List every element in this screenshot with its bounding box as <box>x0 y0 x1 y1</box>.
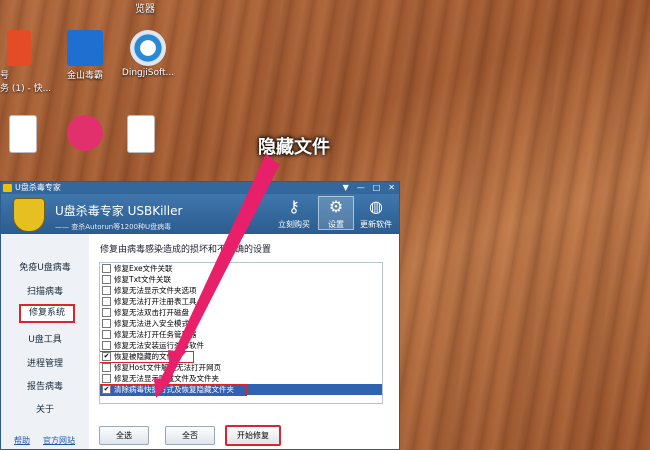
minimize-button[interactable]: — <box>357 182 365 194</box>
section-title: 修复由病毒感染造成的损坏和不正确的设置 <box>100 245 272 255</box>
sidebar-item-repair[interactable]: 修复系统 <box>19 304 75 323</box>
website-link[interactable]: 官方网站 <box>43 435 75 446</box>
sidebar-item-about[interactable]: 关于 <box>1 402 89 415</box>
dingjisoft-icon <box>130 30 166 66</box>
option-row[interactable]: 修复无法双击打开磁盘 <box>100 307 382 318</box>
checkbox[interactable] <box>102 319 111 328</box>
update-button[interactable]: ◍ 更新软件 <box>359 197 393 230</box>
start-repair-button[interactable]: 开始修复 <box>225 425 281 446</box>
repair-panel: 修复由病毒感染造成的损坏和不正确的设置 修复Exe文件关联 修复Txt文件关联 … <box>89 234 399 449</box>
settings-button[interactable]: ⚙ 设置 <box>318 196 354 230</box>
option-row[interactable]: 修复无法打开任务管理器 <box>100 329 382 340</box>
option-row[interactable]: 修复无法安装运行杀毒软件 <box>100 340 382 351</box>
checkbox[interactable] <box>102 330 111 339</box>
sidebar-item-usb-tools[interactable]: U盘工具 <box>1 332 89 345</box>
desktop-icon-office[interactable]: 号 务 (1) - 快... <box>0 30 52 94</box>
desktop-icon-doc-1[interactable] <box>0 115 56 155</box>
sidebar-item-immunize[interactable]: 免疫U盘病毒 <box>1 260 89 273</box>
app-header: U盘杀毒专家 USBKiller —— 查杀Autorun等1200种U盘病毒 … <box>1 194 399 234</box>
desktop-icon-doc-3[interactable] <box>108 115 174 155</box>
select-none-button[interactable]: 全否 <box>165 426 215 445</box>
word-doc-icon <box>127 115 155 153</box>
sidebar-item-process[interactable]: 进程管理 <box>1 356 89 369</box>
app-icon <box>67 115 103 151</box>
repair-options-list: 修复Exe文件关联 修复Txt文件关联 修复无法显示文件夹选项 修复无法打开注册… <box>99 262 383 404</box>
close-button[interactable]: ✕ <box>388 182 395 194</box>
gear-icon: ⚙ <box>328 197 344 216</box>
tagline: —— 查杀Autorun等1200种U盘病毒 <box>55 223 172 231</box>
titlebar: U盘杀毒专家 ▼ — □ ✕ <box>1 182 399 194</box>
window-title: U盘杀毒专家 <box>15 183 61 192</box>
checkbox[interactable] <box>102 264 111 273</box>
option-row[interactable]: 修复Exe文件关联 <box>100 263 382 274</box>
help-link[interactable]: 帮助 <box>14 435 30 446</box>
option-row[interactable]: 修复无法显示文件夹选项 <box>100 285 382 296</box>
select-all-button[interactable]: 全选 <box>99 426 149 445</box>
desktop-icon-dingjisoft[interactable]: DingjiSoft... <box>115 30 181 78</box>
key-icon: ⚷ <box>288 197 300 216</box>
checkbox[interactable] <box>102 374 111 383</box>
checkbox[interactable] <box>102 286 111 295</box>
sidebar: 免疫U盘病毒 扫描病毒 修复系统 U盘工具 进程管理 报告病毒 关于 帮助 官方… <box>1 234 90 449</box>
checkbox[interactable] <box>102 308 111 317</box>
shield-logo-icon <box>13 198 45 232</box>
option-row[interactable]: 修复无法打开注册表工具 <box>100 296 382 307</box>
option-row[interactable]: 修复Txt文件关联 <box>100 274 382 285</box>
word-doc-icon <box>9 115 37 153</box>
brand-title: U盘杀毒专家 USBKiller <box>55 204 183 218</box>
option-row[interactable]: 修复无法进入安全模式 <box>100 318 382 329</box>
sidebar-item-report[interactable]: 报告病毒 <box>1 379 89 392</box>
desktop-icon-duba[interactable]: 金山毒霸 <box>52 30 118 81</box>
highlight-box <box>100 384 247 396</box>
usbkiller-window: U盘杀毒专家 ▼ — □ ✕ U盘杀毒专家 USBKiller —— 查杀Aut… <box>0 181 400 450</box>
office-icon <box>7 30 31 66</box>
buy-now-button[interactable]: ⚷ 立刻购买 <box>277 197 311 230</box>
globe-icon: ◍ <box>369 197 383 216</box>
maximize-button[interactable]: □ <box>373 182 381 194</box>
option-row-clear-shortcuts[interactable]: ✔ 清除病毒快捷方式及恢复隐藏文件夹 <box>100 384 382 396</box>
option-row[interactable]: 修复Host文件解决无法打开网页 <box>100 362 382 373</box>
option-row[interactable]: 修复无法显示隐藏文件及文件夹 <box>100 373 382 384</box>
duba-icon <box>67 30 103 66</box>
hidden-files-annotation: 隐藏文件 <box>258 137 330 158</box>
menu-button[interactable]: ▼ <box>343 182 349 194</box>
checkbox[interactable] <box>102 297 111 306</box>
app-shield-icon <box>3 184 12 192</box>
checkbox[interactable] <box>102 363 111 372</box>
sidebar-item-scan[interactable]: 扫描病毒 <box>1 284 89 297</box>
option-row-restore-hidden[interactable]: ✔ 恢复被隐藏的文件 <box>100 351 382 363</box>
desktop-top-text: 览器 <box>135 4 155 15</box>
checkbox[interactable] <box>102 341 111 350</box>
checkbox[interactable] <box>102 275 111 284</box>
